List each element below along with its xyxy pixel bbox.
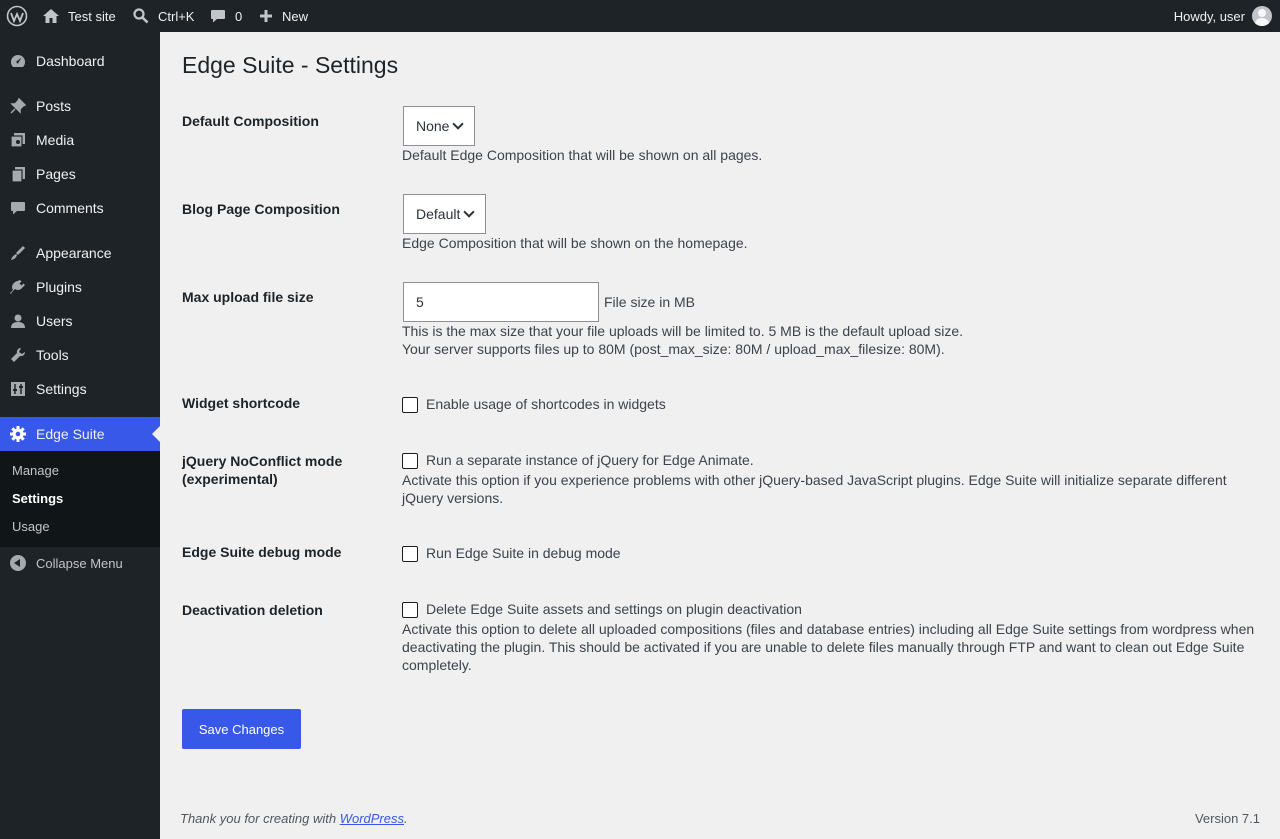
main-content: Edge Suite - Settings Default Compositio… — [160, 32, 1280, 839]
jquery-noconflict-description: Activate this option if you experience p… — [402, 472, 1227, 506]
sidebar-item-label: Posts — [36, 98, 72, 114]
new-label: New — [282, 8, 309, 24]
sidebar-item-plugins[interactable]: Plugins — [0, 270, 160, 304]
footer-thanks-suffix: . — [404, 811, 408, 826]
comments-count: 0 — [235, 8, 243, 24]
debug-mode-checkbox-label[interactable]: Run Edge Suite in debug mode — [426, 544, 621, 562]
default-composition-description: Default Edge Composition that will be sh… — [402, 147, 763, 163]
plug-icon — [0, 278, 36, 296]
submenu-item-settings[interactable]: Settings — [12, 491, 63, 506]
wrench-icon — [0, 346, 36, 364]
deactivation-deletion-description: Activate this option to delete all uploa… — [402, 621, 1255, 673]
save-changes-button[interactable]: Save Changes — [182, 709, 301, 749]
submenu-item-manage[interactable]: Manage — [12, 463, 59, 478]
select-value: None — [416, 118, 450, 134]
sidebar-item-posts[interactable]: Posts — [0, 89, 160, 123]
deactivation-deletion-checkbox-label[interactable]: Delete Edge Suite assets and settings on… — [426, 600, 802, 618]
max-upload-server-info: Your server supports files up to 80M (po… — [402, 341, 945, 357]
avatar — [1252, 6, 1272, 26]
default-composition-select[interactable]: None — [403, 106, 476, 146]
max-upload-unit: File size in MB — [604, 294, 696, 310]
dashboard-icon — [0, 52, 36, 70]
admin-bar: Test site Ctrl+K 0 New Howdy, user — [0, 0, 1280, 32]
footer-version: Version 7.1 — [1194, 811, 1260, 826]
submenu-item-usage[interactable]: Usage — [12, 519, 50, 534]
sidebar-item-appearance[interactable]: Appearance — [0, 236, 160, 270]
sidebar-item-edge-suite[interactable]: Edge Suite — [0, 417, 160, 451]
pages-icon — [0, 165, 36, 183]
sidebar-item-label: Media — [36, 132, 75, 148]
edge-suite-submenu: Manage Settings Usage — [0, 451, 160, 547]
sidebar-item-label: Tools — [36, 347, 69, 363]
chevron-down-icon — [464, 208, 473, 217]
chevron-down-icon — [453, 120, 462, 129]
home-icon — [42, 7, 60, 25]
sidebar-item-label: Pages — [36, 166, 76, 182]
sidebar-item-label: Plugins — [36, 279, 82, 295]
page-title: Edge Suite - Settings — [182, 52, 399, 78]
blog-composition-label: Blog Page Composition — [182, 201, 340, 217]
sidebar-item-dashboard[interactable]: Dashboard — [0, 44, 160, 78]
default-composition-label: Default Composition — [182, 113, 319, 129]
widget-shortcode-checkbox[interactable] — [402, 397, 418, 413]
debug-mode-checkbox[interactable] — [402, 546, 418, 562]
command-palette-button[interactable]: Ctrl+K — [132, 0, 194, 32]
howdy-text: Howdy, user — [1173, 8, 1245, 24]
brush-icon — [0, 244, 36, 262]
jquery-noconflict-label: jQuery NoConflict mode (experimental) — [182, 453, 343, 487]
collapse-label: Collapse Menu — [36, 555, 123, 571]
sidebar-item-label: Comments — [36, 200, 104, 216]
select-value: Default — [416, 206, 461, 222]
gear-icon — [0, 425, 36, 443]
wordpress-logo-icon[interactable] — [6, 0, 30, 32]
sidebar-item-users[interactable]: Users — [0, 304, 160, 338]
comment-icon — [209, 7, 227, 25]
search-icon — [132, 7, 150, 25]
sidebar-item-comments[interactable]: Comments — [0, 191, 160, 225]
comments-link[interactable]: 0 — [209, 0, 242, 32]
plus-icon — [258, 8, 274, 24]
media-icon — [0, 131, 36, 149]
account-menu[interactable]: Howdy, user — [1174, 0, 1272, 32]
max-upload-description: This is the max size that your file uplo… — [402, 323, 964, 339]
sidebar-item-label: Settings — [36, 381, 87, 397]
max-upload-label: Max upload file size — [182, 289, 314, 305]
sidebar-item-pages[interactable]: Pages — [0, 157, 160, 191]
debug-mode-label: Edge Suite debug mode — [182, 544, 342, 560]
comment-icon — [0, 199, 36, 217]
sidebar-item-label: Dashboard — [36, 53, 105, 69]
wordpress-link[interactable]: WordPress — [340, 811, 404, 826]
user-icon — [0, 312, 36, 330]
max-upload-input[interactable]: 5 — [403, 282, 599, 322]
footer-thanks: Thank you for creating with WordPress. — [180, 811, 408, 826]
blog-composition-select[interactable]: Default — [403, 194, 487, 234]
widget-shortcode-checkbox-label[interactable]: Enable usage of shortcodes in widgets — [426, 395, 666, 413]
collapse-icon — [0, 555, 36, 571]
jquery-noconflict-checkbox-label[interactable]: Run a separate instance of jQuery for Ed… — [426, 451, 754, 469]
sidebar-item-label: Appearance — [36, 245, 112, 261]
jquery-noconflict-checkbox[interactable] — [402, 453, 418, 469]
site-name: Test site — [68, 8, 116, 24]
sliders-icon — [0, 380, 36, 398]
deactivation-deletion-label: Deactivation deletion — [182, 602, 323, 618]
new-content-button[interactable]: New — [258, 0, 308, 32]
footer-thanks-prefix: Thank you for creating with — [180, 811, 340, 826]
sidebar-item-label: Edge Suite — [36, 426, 105, 442]
sidebar-item-settings[interactable]: Settings — [0, 372, 160, 406]
sidebar-item-tools[interactable]: Tools — [0, 338, 160, 372]
deactivation-deletion-checkbox[interactable] — [402, 602, 418, 618]
site-name-link[interactable]: Test site — [42, 0, 116, 32]
collapse-menu-button[interactable]: Collapse Menu — [0, 552, 160, 574]
sidebar-item-label: Users — [36, 313, 73, 329]
widget-shortcode-label: Widget shortcode — [182, 395, 301, 411]
sidebar-item-media[interactable]: Media — [0, 123, 160, 157]
pin-icon — [0, 97, 36, 115]
blog-composition-description: Edge Composition that will be shown on t… — [402, 235, 748, 251]
admin-sidebar: Dashboard Posts Media Pages Comments App… — [0, 32, 160, 839]
search-shortcut: Ctrl+K — [158, 8, 195, 24]
